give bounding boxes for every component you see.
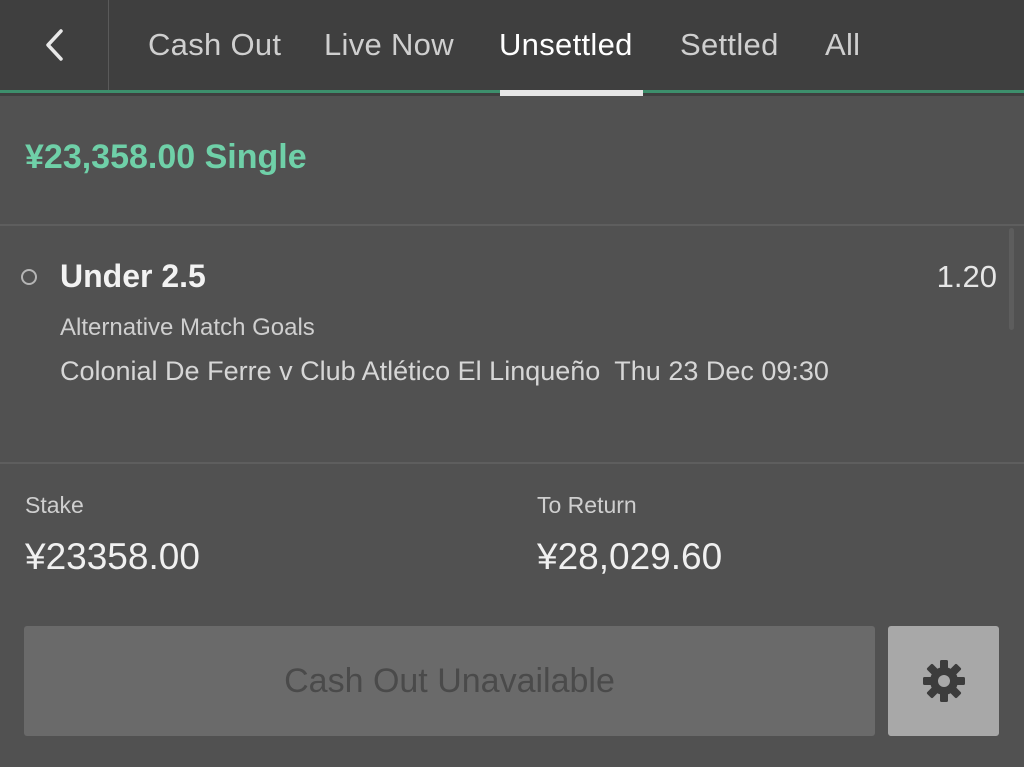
bet-title: ¥23,358.00 Single xyxy=(25,138,307,176)
stake-value: ¥23358.00 xyxy=(25,536,200,577)
chevron-left-icon xyxy=(45,29,63,61)
settings-button[interactable] xyxy=(888,626,999,736)
scrollbar[interactable] xyxy=(1009,228,1014,330)
tab-unsettled[interactable]: Unsettled xyxy=(499,0,633,90)
return-value: ¥28,029.60 xyxy=(537,536,723,577)
cash-out-button[interactable]: Cash Out Unavailable xyxy=(24,626,875,736)
tab-live-now[interactable]: Live Now xyxy=(324,0,454,90)
tab-all[interactable]: All xyxy=(825,0,860,90)
tab-cash-out[interactable]: Cash Out xyxy=(148,0,281,90)
top-navigation: Cash Out Live Now Unsettled Settled All xyxy=(0,0,1024,96)
selection-status-icon xyxy=(21,269,37,285)
stake-label: Stake xyxy=(25,492,84,518)
selection-market: Alternative Match Goals xyxy=(60,314,315,341)
selection-odds: 1.20 xyxy=(936,259,997,294)
tab-settled[interactable]: Settled xyxy=(680,0,779,90)
bet-selection: Under 2.5 1.20 Alternative Match Goals C… xyxy=(0,228,1024,464)
event-name: Colonial De Ferre v Club Atlético El Lin… xyxy=(60,356,601,386)
bet-header: ¥23,358.00 Single xyxy=(0,96,1024,226)
back-button[interactable] xyxy=(0,0,109,90)
event-datetime: Thu 23 Dec 09:30 xyxy=(614,356,829,386)
nav-divider xyxy=(108,0,109,90)
selection-name: Under 2.5 xyxy=(60,258,206,294)
return-label: To Return xyxy=(537,492,637,518)
selection-event-details: Colonial De Ferre v Club Atlético El Lin… xyxy=(60,354,920,388)
gear-icon xyxy=(922,660,965,702)
